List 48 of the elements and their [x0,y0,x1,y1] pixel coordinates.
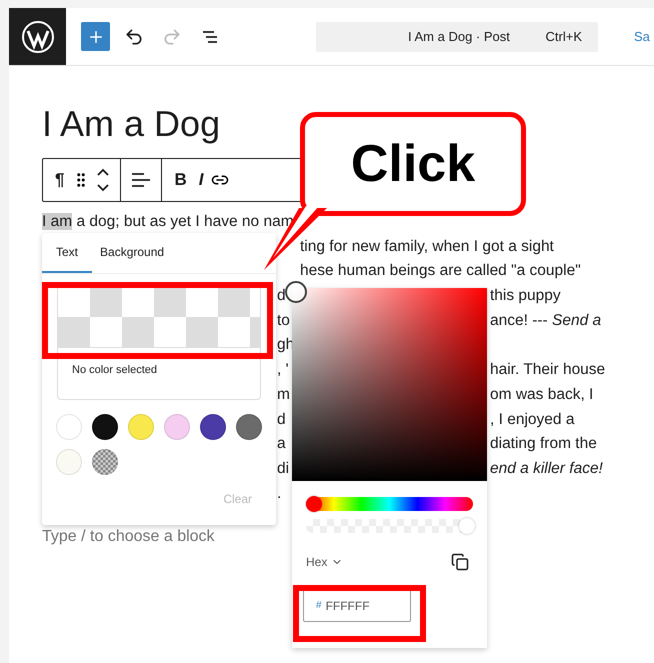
color-swatch[interactable] [56,414,82,440]
format-dropdown[interactable]: Hex [306,555,344,569]
saturation-handle[interactable] [285,281,307,303]
color-value: No color selected [58,347,260,399]
add-block-button[interactable] [81,22,110,51]
color-tab[interactable]: Background [92,233,172,273]
hue-slider[interactable] [306,497,473,511]
color-swatch[interactable] [200,414,226,440]
hue-thumb[interactable] [306,496,322,512]
paragraph-fragment: diating from the [490,434,597,454]
color-tab[interactable]: Text [42,233,92,273]
paragraph-fragment: hese human beings are called "a couple" [300,261,581,282]
saturation-area[interactable] [292,288,487,481]
logo-icon[interactable] [9,8,66,65]
color-swatch[interactable] [164,414,190,440]
paragraph-fragment: m [277,386,290,403]
post-title: I Am a Dog [42,102,222,146]
callout-label: Click [300,112,526,216]
paragraph-fragment: this puppy [490,286,561,306]
bold-button[interactable]: B [170,166,191,194]
italic-button[interactable]: I [194,166,208,194]
hex-input-field[interactable]: # FFFFFF [303,589,411,622]
paragraph-fragment: d [277,287,286,304]
paragraph-fragment: , ' [277,361,289,378]
paragraph-fragment: om was back, I [490,384,594,405]
paragraph-fragment: a [277,435,286,452]
alpha-thumb[interactable] [459,518,475,534]
color-swatch[interactable] [56,449,82,475]
color-swatch[interactable] [236,414,262,440]
paragraph-fragment: ance! --- Send a [490,310,602,331]
undo-icon[interactable] [124,26,144,46]
block-appender-hint[interactable]: Type / to choose a block [42,528,654,546]
command-bar[interactable]: I Am a Dog · Post Ctrl+K [316,22,598,52]
paragraph-button[interactable]: ¶ [51,166,68,194]
copy-icon[interactable] [451,553,469,571]
paragraph-fragment: to [277,312,290,329]
save-link[interactable]: Sa [634,29,650,44]
alpha-slider[interactable] [306,519,475,533]
paragraph-fragment: , I enjoyed a [490,410,574,430]
paragraph-fragment: ting for new family, when I got a sight [300,236,554,257]
paragraph-fragment: d [277,410,286,428]
color-swatch[interactable] [92,414,118,440]
color-swatch[interactable] [92,449,118,475]
color-swatch[interactable] [128,414,154,440]
paragraph-fragment: di [277,460,290,477]
paragraph-fragment: . [277,484,282,502]
paragraph-fragment: end a killer face! [490,458,603,479]
paragraph-fragment: hair. Their house [490,360,606,380]
